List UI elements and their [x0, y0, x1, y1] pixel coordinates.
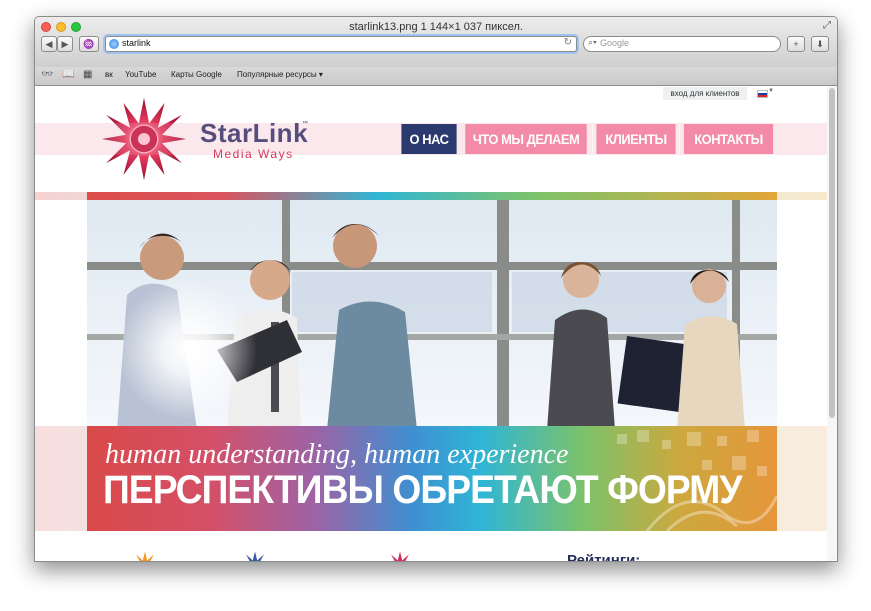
nav-item-contacts[interactable]: КОНТАКТЫ: [683, 124, 774, 154]
language-dropdown-icon[interactable]: ▼: [768, 88, 774, 94]
browser-window: starlink13.png 1 144×1 037 пиксел. ⤢ ◀ ▶…: [34, 16, 838, 562]
bookmark-youtube[interactable]: YouTube: [125, 70, 156, 79]
search-input[interactable]: ⌕▾ Google: [583, 36, 781, 52]
tagline: human understanding, human experience: [105, 439, 569, 470]
nav-separator: [592, 124, 593, 154]
bookmarks-book-icon[interactable]: 📖: [62, 69, 74, 80]
globe-icon: [109, 39, 119, 49]
web-page: вход для клиентов ▼ StarLink ™ Media Way…: [35, 86, 837, 561]
client-login-link[interactable]: вход для клиентов: [663, 87, 747, 100]
reading-list-icon[interactable]: ♒: [79, 36, 99, 52]
nav-item-clients[interactable]: КЛИЕНТЫ: [596, 124, 676, 154]
scrollbar-thumb[interactable]: [829, 88, 835, 418]
address-bar[interactable]: starlink ↻: [105, 36, 577, 52]
russian-flag-icon[interactable]: [757, 90, 768, 98]
bookmark-popular-label: Популярные ресурсы: [237, 70, 317, 79]
reader-glasses-icon[interactable]: 👓: [41, 69, 53, 80]
bookmarks-bar: 👓 📖 ▦ вк YouTube Карты Google Популярные…: [35, 67, 837, 86]
hero-photo: [87, 200, 777, 430]
search-placeholder: Google: [600, 38, 630, 48]
bookmark-popular[interactable]: Популярные ресурсы ▾: [237, 70, 323, 79]
nav-item-what-we-do[interactable]: ЧТО МЫ ДЕЛАЕМ: [465, 124, 587, 154]
bookmark-vk[interactable]: вк: [105, 70, 113, 79]
ratings-heading: Рейтинги:: [567, 552, 641, 561]
nav-separator: [679, 124, 680, 154]
headline: ПЕРСПЕКТИВЫ ОБРЕТАЮТ ФОРМУ: [103, 468, 742, 512]
blue-star-icon[interactable]: [241, 551, 269, 561]
top-sites-grid-icon[interactable]: ▦: [83, 69, 92, 80]
bookmark-google-maps[interactable]: Карты Google: [171, 70, 222, 79]
hero-banner: human understanding, human experience ПЕ…: [87, 426, 777, 531]
search-icon: ⌕▾: [588, 37, 597, 47]
fullscreen-icon[interactable]: ⤢: [823, 20, 831, 31]
address-text[interactable]: starlink: [122, 38, 151, 48]
window-titlebar: starlink13.png 1 144×1 037 пиксел. ⤢ ◀ ▶…: [35, 17, 837, 68]
orange-star-icon[interactable]: [131, 551, 159, 561]
vertical-scrollbar[interactable]: [827, 86, 837, 561]
color-stripe: [87, 192, 777, 200]
forward-button[interactable]: ▶: [57, 36, 73, 52]
downloads-icon[interactable]: ⬇: [811, 36, 829, 52]
nav-item-about[interactable]: О НАС: [401, 124, 457, 154]
new-tab-button[interactable]: +: [787, 36, 805, 52]
red-star-icon[interactable]: [386, 551, 414, 561]
back-button[interactable]: ◀: [41, 36, 57, 52]
window-title: starlink13.png 1 144×1 037 пиксел.: [349, 21, 523, 33]
reload-icon[interactable]: ↻: [564, 37, 572, 48]
